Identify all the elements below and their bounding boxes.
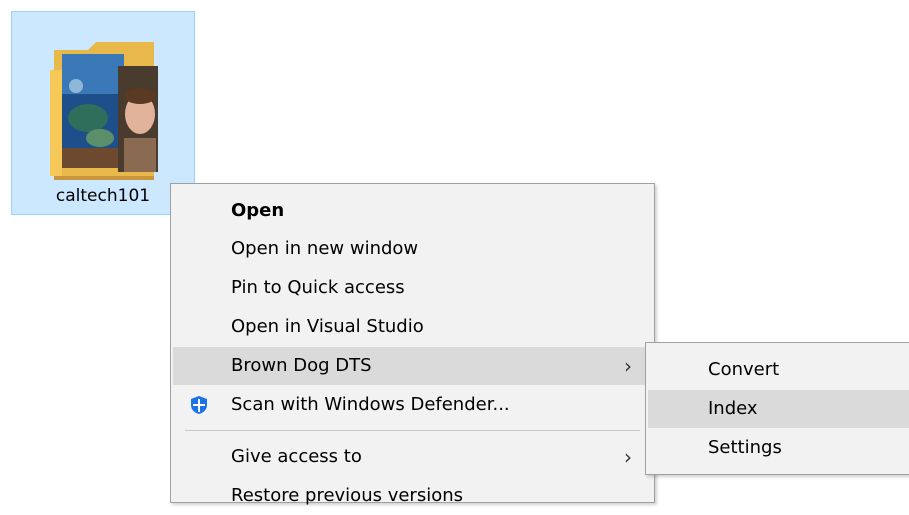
submenu-brown-dog-dts: Convert Index Settings <box>645 342 909 475</box>
menu-item-label: Scan with Windows Defender... <box>231 394 510 415</box>
menu-item-open-in-new-window[interactable]: Open in new window <box>173 230 652 268</box>
submenu-item-index[interactable]: Index <box>648 390 909 428</box>
submenu-item-label: Convert <box>708 359 780 380</box>
menu-item-label: Open <box>231 200 285 221</box>
menu-item-label: Brown Dog DTS <box>231 355 372 376</box>
submenu-item-label: Settings <box>708 437 782 458</box>
menu-item-brown-dog-dts[interactable]: Brown Dog DTS › <box>173 347 652 385</box>
menu-item-pin-to-quick-access[interactable]: Pin to Quick access <box>173 269 652 307</box>
menu-item-give-access-to[interactable]: Give access to › <box>173 438 652 476</box>
menu-item-label: Open in Visual Studio <box>231 316 424 337</box>
menu-item-restore-previous-versions[interactable]: Restore previous versions <box>173 477 652 515</box>
menu-item-label: Pin to Quick access <box>231 277 405 298</box>
submenu-item-settings[interactable]: Settings <box>648 429 909 467</box>
menu-item-open-in-visual-studio[interactable]: Open in Visual Studio <box>173 308 652 346</box>
folder-icon <box>50 42 158 180</box>
menu-separator <box>185 430 640 431</box>
chevron-right-icon: › <box>624 445 632 469</box>
menu-item-scan-with-windows-defender[interactable]: Scan with Windows Defender... <box>173 386 652 424</box>
folder-item-caltech101[interactable]: caltech101 <box>11 11 195 215</box>
menu-item-label: Restore previous versions <box>231 485 464 506</box>
menu-item-label: Give access to <box>231 446 362 467</box>
menu-item-open[interactable]: Open <box>173 192 652 230</box>
windows-defender-icon <box>191 396 207 414</box>
submenu-item-convert[interactable]: Convert <box>648 351 909 389</box>
submenu-item-label: Index <box>708 398 758 419</box>
context-menu: Open Open in new window Pin to Quick acc… <box>170 183 655 506</box>
folder-name-label: caltech101 <box>55 186 151 206</box>
chevron-right-icon: › <box>624 354 632 378</box>
menu-item-label: Open in new window <box>231 238 419 259</box>
